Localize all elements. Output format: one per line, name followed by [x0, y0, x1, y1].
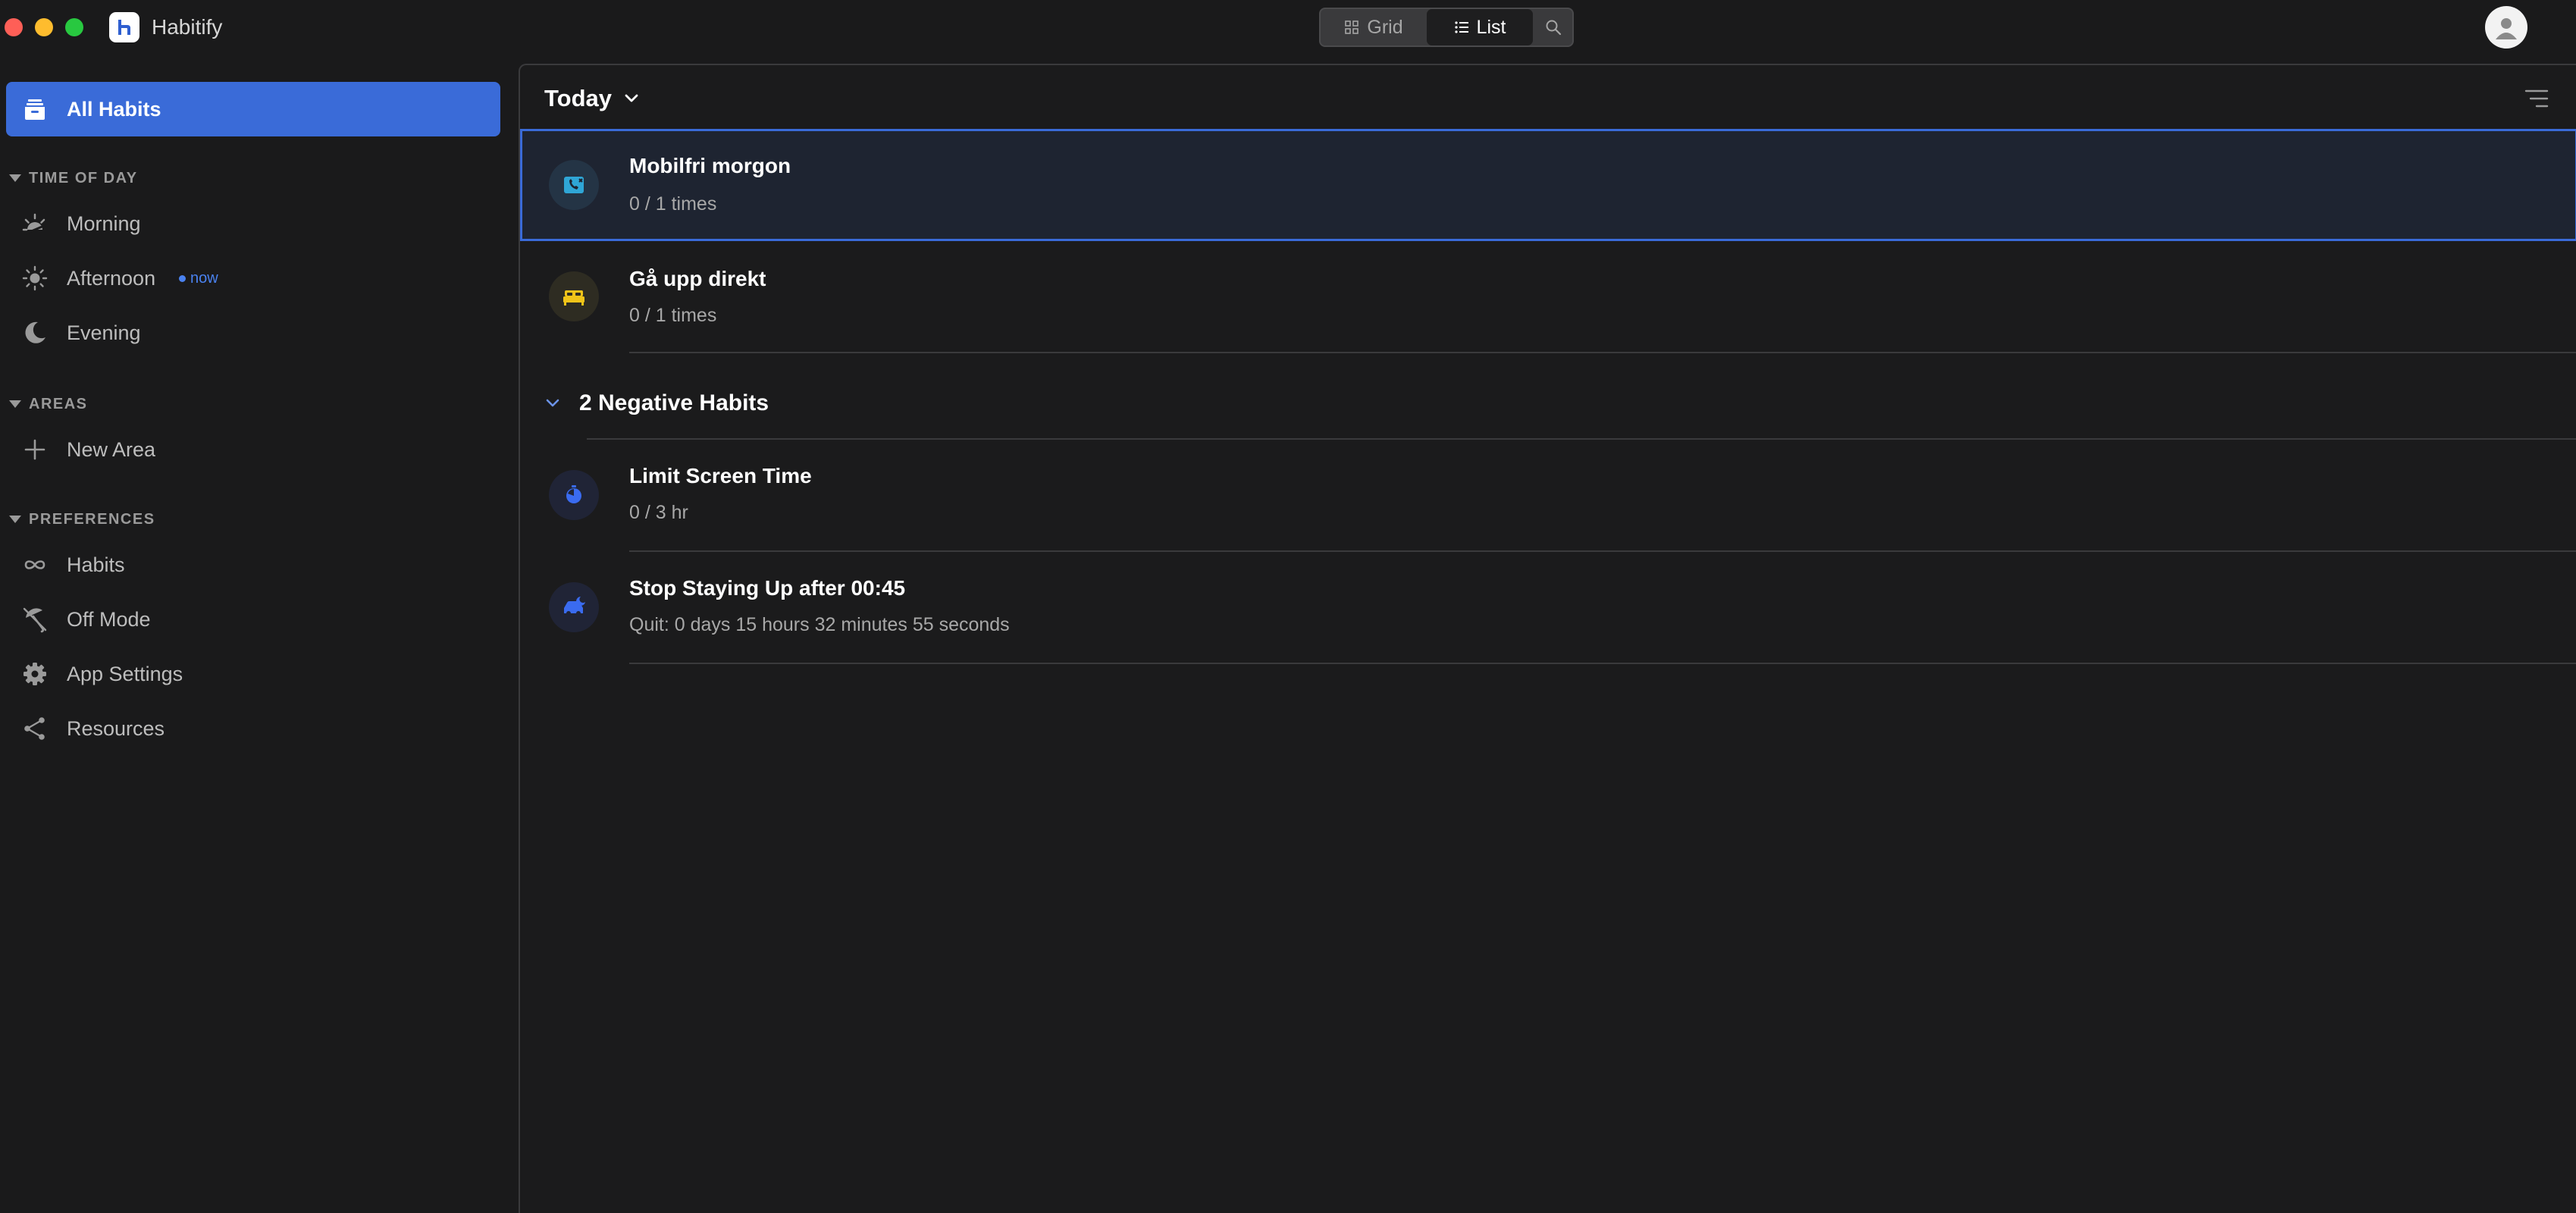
sidebar-item-habits[interactable]: Habits — [6, 538, 500, 591]
title-bar: Habitify Grid List — [0, 0, 2576, 55]
sidebar-item-label: Evening — [67, 321, 141, 344]
inbox-stack-icon — [25, 99, 45, 120]
sidebar-item-label: App Settings — [67, 663, 183, 685]
date-filter-label: Today — [544, 85, 612, 111]
night-car-icon — [564, 597, 585, 616]
app-title: Habitify — [152, 15, 223, 39]
user-icon — [2496, 18, 2517, 39]
sidebar-item-afternoon[interactable]: Afternoon now — [6, 252, 500, 305]
phone-off-icon — [564, 177, 584, 193]
chevron-down-icon — [546, 399, 559, 407]
sidebar-item-label: Off Mode — [67, 608, 151, 631]
sidebar-item-label: New Area — [67, 438, 156, 461]
list-icon — [1454, 21, 1468, 33]
section-toggle-time-of-day[interactable]: TIME OF DAY — [9, 167, 138, 190]
sidebar-item-all-habits[interactable]: All Habits — [6, 82, 500, 136]
sort-lines-icon[interactable] — [2523, 86, 2550, 111]
search-icon — [1546, 20, 1562, 36]
sidebar-item-off-mode[interactable]: Off Mode — [6, 593, 500, 646]
section-toggle-areas[interactable]: AREAS — [9, 393, 88, 415]
grid-icon — [1345, 20, 1359, 34]
habit-icon-badge — [549, 271, 599, 321]
negative-habits-group-toggle[interactable]: 2 Negative Habits — [544, 387, 769, 420]
habit-row-ga-upp-direkt[interactable]: Gå upp direkt 0 / 1 times — [520, 241, 2576, 353]
plus-icon — [24, 439, 45, 460]
search-button[interactable] — [1534, 9, 1572, 45]
bed-icon — [563, 290, 584, 306]
habit-row-limit-screen-time[interactable]: Limit Screen Time 0 / 3 hr — [520, 440, 2576, 552]
date-filter-dropdown[interactable]: Today — [544, 82, 641, 115]
habit-icon-badge — [549, 582, 599, 632]
umbrella-off-icon — [23, 607, 47, 633]
now-badge-label: now — [190, 269, 218, 287]
grid-view-label: Grid — [1367, 16, 1403, 38]
chevron-down-icon — [625, 94, 638, 102]
now-dot-icon — [179, 274, 186, 282]
sun-icon — [22, 265, 48, 291]
main-panel: Today Mobilfri morgon 0 / 1 times Gå upp… — [519, 64, 2576, 1213]
view-switcher: Grid List — [1319, 8, 1574, 47]
moon-icon — [25, 321, 45, 343]
sidebar-item-label: Habits — [67, 553, 125, 576]
row-divider — [629, 352, 2576, 353]
list-view-label: List — [1476, 16, 1506, 38]
habit-name: Gå upp direkt — [629, 267, 766, 290]
close-window-button[interactable] — [5, 18, 23, 36]
row-divider — [629, 663, 2576, 664]
habit-icon-badge — [549, 160, 599, 210]
group-title: 2 Negative Habits — [579, 390, 769, 415]
habit-progress: 0 / 3 hr — [629, 502, 688, 523]
section-toggle-preferences[interactable]: PREFERENCES — [9, 508, 155, 531]
habit-name: Stop Staying Up after 00:45 — [629, 576, 906, 600]
habit-icon-badge — [549, 470, 599, 520]
sidebar-item-resources[interactable]: Resources — [6, 702, 500, 755]
habit-row-mobilfri-morgon[interactable]: Mobilfri morgon 0 / 1 times — [520, 129, 2576, 241]
sidebar-item-morning[interactable]: Morning — [6, 197, 500, 250]
section-header-label: TIME OF DAY — [29, 169, 138, 186]
infinity-icon — [24, 560, 45, 569]
grid-view-button[interactable]: Grid — [1321, 9, 1427, 45]
minimize-window-button[interactable] — [35, 18, 53, 36]
gear-icon — [24, 663, 46, 685]
sidebar: All Habits TIME OF DAY Morning Afternoon… — [0, 55, 516, 1213]
sidebar-item-new-area[interactable]: New Area — [6, 423, 500, 476]
triangle-down-icon — [9, 516, 21, 523]
triangle-down-icon — [9, 174, 21, 182]
list-view-button[interactable]: List — [1427, 9, 1533, 45]
zoom-window-button[interactable] — [65, 18, 83, 36]
habit-name: Mobilfri morgon — [629, 154, 791, 177]
section-header-label: PREFERENCES — [29, 510, 155, 528]
sidebar-item-label: Resources — [67, 717, 165, 740]
sidebar-item-label: All Habits — [67, 98, 161, 121]
sidebar-item-evening[interactable]: Evening — [6, 306, 500, 359]
now-badge: now — [179, 270, 218, 287]
share-icon — [24, 717, 45, 740]
sidebar-item-label: Afternoon — [67, 267, 156, 290]
habit-name: Limit Screen Time — [629, 464, 812, 487]
section-header-label: AREAS — [29, 395, 88, 412]
timer-icon — [566, 485, 581, 503]
habit-progress: 0 / 1 times — [629, 305, 717, 326]
habitify-logo-icon — [109, 12, 139, 42]
sidebar-item-app-settings[interactable]: App Settings — [6, 647, 500, 701]
habit-progress: 0 / 1 times — [629, 193, 717, 215]
sidebar-item-label: Morning — [67, 212, 141, 235]
habit-row-stop-staying-up[interactable]: Stop Staying Up after 00:45 Quit: 0 days… — [520, 552, 2576, 664]
triangle-down-icon — [9, 400, 21, 408]
sunrise-icon — [22, 213, 46, 236]
user-avatar-button[interactable] — [2485, 6, 2527, 49]
habit-progress: Quit: 0 days 15 hours 32 minutes 55 seco… — [629, 614, 1010, 635]
